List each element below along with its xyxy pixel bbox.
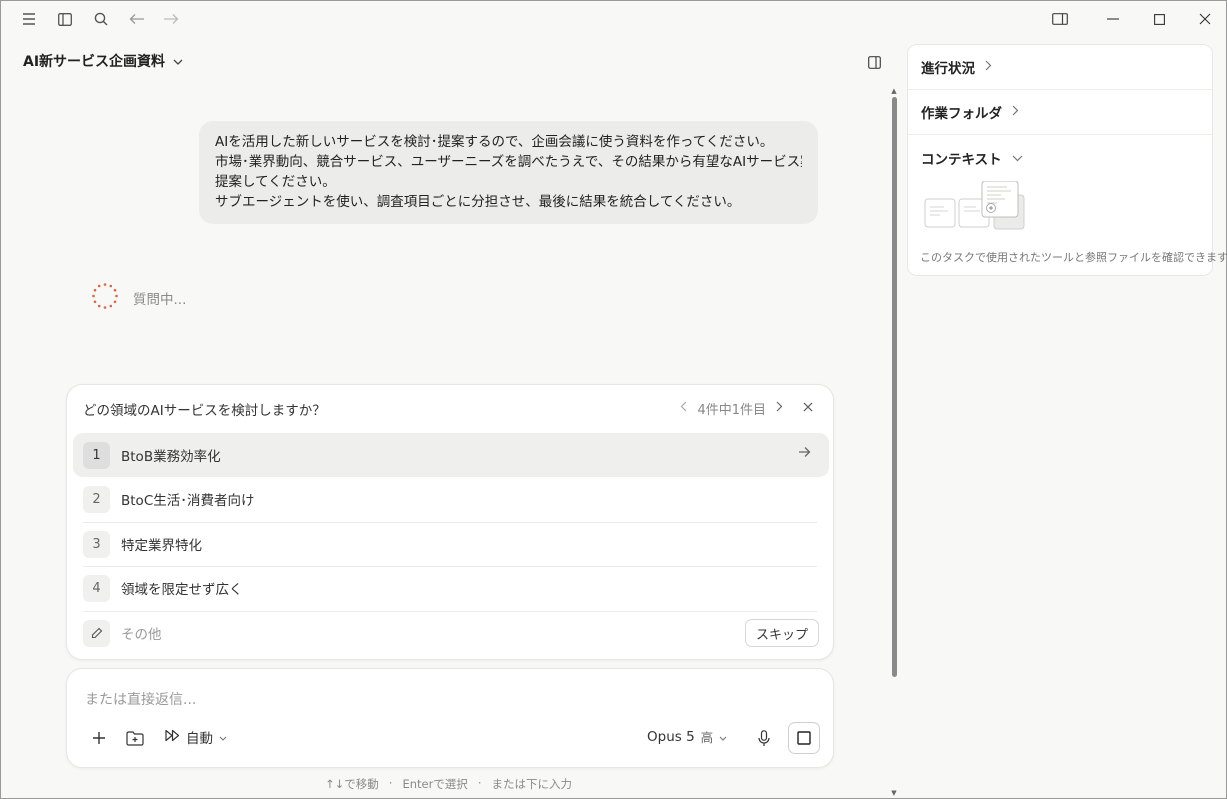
chevron-right-icon bbox=[1012, 104, 1019, 120]
option-label: BtoC生活･消費者向け bbox=[121, 493, 255, 509]
model-selector[interactable]: Opus 5 高 bbox=[647, 727, 727, 746]
option-number: 1 bbox=[83, 441, 110, 469]
work-folder-section[interactable]: 作業フォルダ bbox=[908, 90, 1212, 135]
sidebar-icon[interactable] bbox=[54, 8, 76, 30]
chevron-right-icon bbox=[985, 59, 992, 75]
stop-button[interactable] bbox=[788, 722, 820, 754]
user-message-line: 提案してください。 bbox=[215, 174, 336, 190]
mode-label: 自動 bbox=[186, 731, 213, 747]
option-1[interactable]: 1 BtoB業務効率化 bbox=[73, 433, 829, 477]
app-window: AI新サービス企画資料 ▲ ▼ AIを活用した新しいサービスを検討･提案するので… bbox=[0, 0, 1227, 799]
option-2[interactable]: 2 BtoC生活･消費者向け bbox=[73, 477, 829, 521]
other-label: その他 bbox=[121, 627, 162, 643]
maximize-icon[interactable] bbox=[1144, 5, 1174, 33]
option-number: 4 bbox=[83, 574, 110, 602]
minimize-icon[interactable] bbox=[1098, 5, 1128, 33]
progress-title: 進行状況 bbox=[921, 61, 975, 77]
question-card: どの領域のAIサービスを検討しますか？ 4件中1件目 1 BtoB業務効率化 2… bbox=[66, 384, 834, 660]
option-number: 2 bbox=[83, 485, 110, 513]
chevron-right-icon[interactable] bbox=[776, 401, 783, 416]
skip-button[interactable]: スキップ bbox=[744, 619, 819, 647]
panel-icon[interactable] bbox=[1045, 5, 1075, 33]
effort-level: 高 bbox=[700, 730, 714, 745]
pager-text: 4件中1件目 bbox=[697, 403, 766, 418]
project-title: AI新サービス企画資料 bbox=[23, 54, 166, 70]
microphone-icon[interactable] bbox=[752, 726, 776, 750]
option-label: 特定業界特化 bbox=[121, 538, 202, 554]
user-message-line: サブエージェントを使い、調査項目ごとに分担させ、最後に結果を統合してください。 bbox=[215, 194, 741, 210]
right-panel: 進行状況 作業フォルダ コンテキスト このタスクで使用されたツールと参照ファイル… bbox=[907, 44, 1227, 276]
option-4[interactable]: 4 領域を限定せず広く bbox=[73, 566, 829, 610]
pencil-icon bbox=[83, 619, 110, 647]
model-label: Opus 5 bbox=[647, 728, 695, 745]
close-icon[interactable] bbox=[1190, 5, 1220, 33]
question-pager: 4件中1件目 bbox=[680, 399, 783, 418]
folder-add-icon[interactable] bbox=[123, 726, 147, 750]
composer: 自動 Opus 5 高 bbox=[66, 668, 834, 768]
hint-separator: · bbox=[477, 776, 482, 790]
reply-input[interactable] bbox=[85, 689, 805, 711]
menu-icon[interactable] bbox=[18, 8, 40, 30]
context-illustration-icon bbox=[924, 180, 1028, 231]
fast-forward-icon bbox=[165, 729, 180, 746]
chevron-down-icon bbox=[219, 729, 227, 745]
context-section[interactable]: コンテキスト bbox=[908, 135, 1212, 180]
option-label: 領域を限定せず広く bbox=[121, 582, 243, 598]
forward-arrow-icon[interactable] bbox=[160, 8, 182, 30]
hint-input: または下に入力 bbox=[491, 777, 572, 791]
hint-select: Enterで選択 bbox=[402, 777, 468, 791]
mode-selector[interactable]: 自動 bbox=[165, 727, 227, 747]
option-label: BtoB業務効率化 bbox=[121, 449, 221, 465]
user-message-line: 市場･業界動向、競合サービス、ユーザーニーズを調べたうえで、その結果から有望なA… bbox=[215, 154, 802, 170]
option-number: 3 bbox=[83, 530, 110, 558]
question-title: どの領域のAIサービスを検討しますか？ bbox=[83, 403, 326, 419]
chevron-down-icon bbox=[1012, 150, 1023, 166]
chat-scrollbar[interactable]: ▲ ▼ bbox=[890, 87, 898, 799]
user-message-line: AIを活用した新しいサービスを検討･提案するので、企画会議に使う資料を作ってくだ… bbox=[215, 134, 774, 150]
spinner-icon bbox=[91, 282, 119, 314]
keyboard-hint: ↑↓で移動 · Enterで選択 · または下に入力 bbox=[325, 776, 572, 792]
option-3[interactable]: 3 特定業界特化 bbox=[73, 522, 829, 566]
scroll-up-icon[interactable]: ▲ bbox=[890, 87, 898, 95]
hint-move: ↑↓で移動 bbox=[325, 777, 379, 791]
plus-icon[interactable] bbox=[87, 726, 111, 750]
back-arrow-icon[interactable] bbox=[126, 8, 148, 30]
other-option-row[interactable]: その他 スキップ bbox=[73, 613, 829, 653]
chevron-left-icon[interactable] bbox=[680, 401, 687, 416]
scroll-thumb[interactable] bbox=[892, 97, 897, 677]
context-title: コンテキスト bbox=[921, 151, 1002, 168]
title-bar bbox=[1, 1, 1226, 37]
search-icon[interactable] bbox=[90, 8, 112, 30]
project-title-dropdown[interactable]: AI新サービス企画資料 bbox=[23, 51, 183, 71]
progress-section[interactable]: 進行状況 bbox=[908, 45, 1212, 90]
user-message-bubble: AIを活用した新しいサービスを検討･提案するので、企画会議に使う資料を作ってくだ… bbox=[199, 121, 818, 224]
scroll-down-icon[interactable]: ▼ bbox=[890, 789, 898, 797]
status-indicator: 質問中... bbox=[91, 282, 186, 314]
divider bbox=[83, 611, 817, 612]
chevron-down-icon bbox=[719, 729, 727, 745]
work-folder-title: 作業フォルダ bbox=[921, 106, 1002, 122]
status-text: 質問中... bbox=[133, 292, 187, 308]
right-panel-toggle-icon[interactable] bbox=[863, 51, 885, 73]
close-question-icon[interactable] bbox=[799, 398, 817, 416]
arrow-right-icon bbox=[798, 446, 811, 462]
hint-separator: · bbox=[388, 776, 393, 790]
context-note: このタスクで使用されたツールと参照ファイルを確認できます。 bbox=[920, 251, 1227, 264]
chevron-down-icon bbox=[173, 53, 183, 69]
